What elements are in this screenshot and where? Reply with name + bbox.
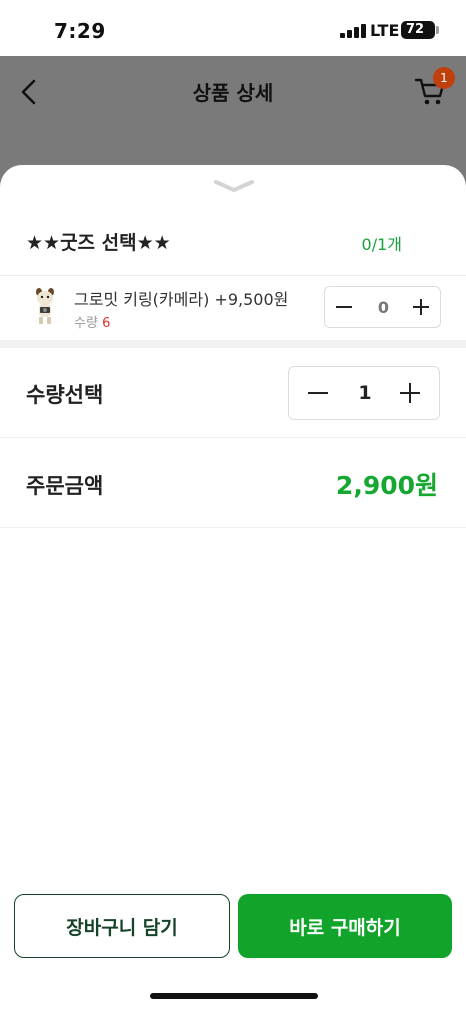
option-increase-button[interactable]: [402, 287, 440, 327]
goods-select-count: 0/1개: [361, 235, 402, 254]
home-indicator[interactable]: [150, 993, 318, 999]
battery-level: 72: [405, 22, 425, 37]
network-label: LTE: [370, 21, 400, 40]
quantity-value: 1: [358, 382, 372, 404]
signal-icon: [340, 24, 366, 38]
cart-badge: 1: [433, 67, 455, 89]
section-divider: [0, 340, 466, 348]
plus-icon: [413, 299, 429, 315]
order-total-value: 2,900원: [335, 471, 438, 500]
quantity-label: 수량선택: [26, 383, 104, 407]
plus-icon: [400, 383, 420, 403]
quantity-increase-button[interactable]: [381, 367, 439, 419]
battery-icon: 72: [401, 21, 435, 39]
status-bar: 7:29 LTE 72: [0, 0, 466, 56]
option-stock-value: 6: [102, 316, 111, 331]
minus-icon: [308, 392, 328, 394]
option-stock: 수량 6: [74, 312, 110, 331]
option-decrease-button[interactable]: [325, 287, 363, 327]
quantity-decrease-button[interactable]: [289, 367, 347, 419]
chevron-down-icon[interactable]: [213, 178, 255, 194]
order-total-label: 주문금액: [26, 474, 104, 498]
option-name: 그로밋 키링(카메라) +9,500원: [74, 290, 289, 309]
option-quantity-stepper: 0: [324, 286, 441, 328]
option-stock-label: 수량: [74, 316, 98, 331]
add-to-cart-button[interactable]: 장바구니 담기: [14, 894, 230, 958]
goods-select-title: ★★굿즈 선택★★: [26, 232, 171, 254]
keyring-thumbnail: [36, 288, 54, 324]
page-title: 상품 상세: [192, 81, 274, 105]
minus-icon: [336, 306, 352, 308]
option-quantity-value: 0: [377, 297, 390, 317]
quantity-stepper: 1: [288, 366, 440, 420]
status-time: 7:29: [54, 19, 106, 43]
battery-cap: [436, 26, 439, 34]
buy-now-button[interactable]: 바로 구매하기: [238, 894, 452, 958]
